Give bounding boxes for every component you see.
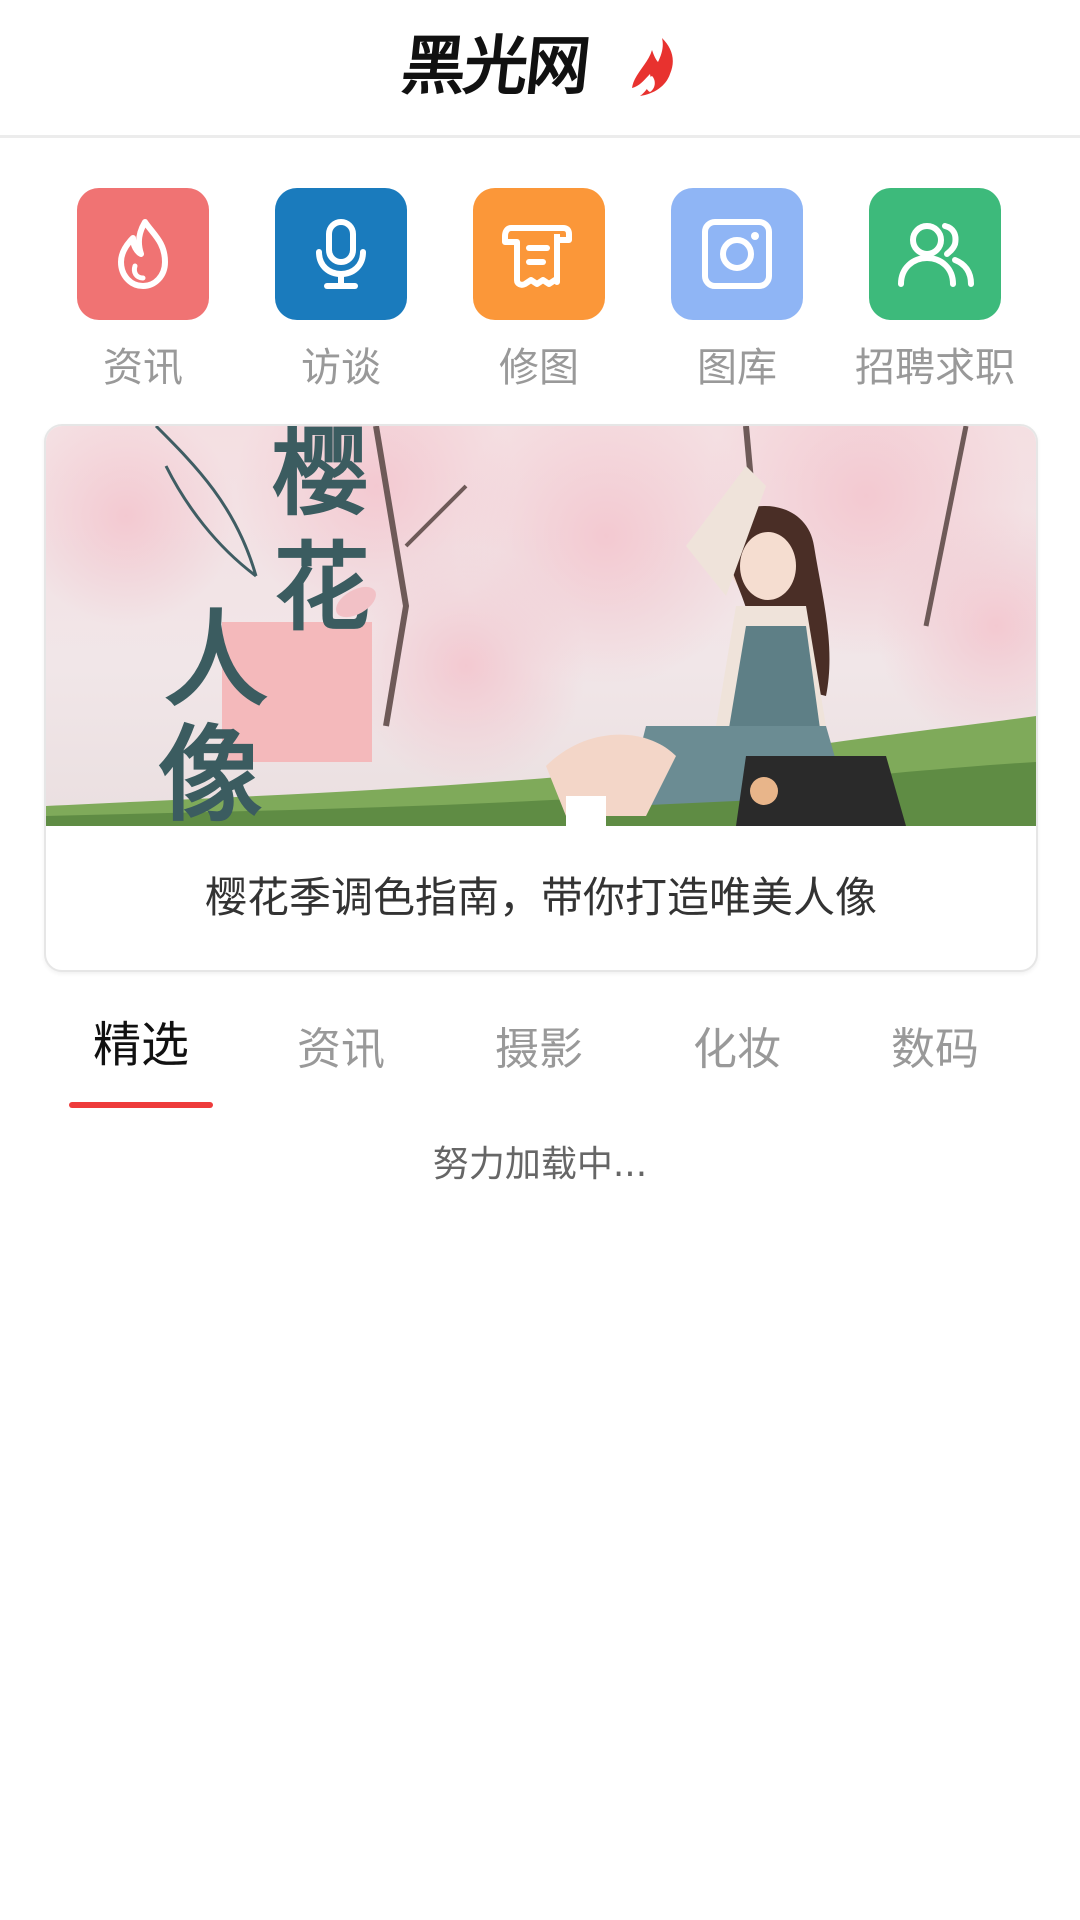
quicknav-label: 访谈 xyxy=(301,345,381,391)
quick-nav: 资讯 访谈 修图 图库 招聘求职 xyxy=(0,188,1080,398)
camera-frame-icon xyxy=(702,219,772,289)
loading-indicator: 努力加载中... xyxy=(432,1144,648,1185)
quicknav-tile xyxy=(275,188,407,320)
banner-char-4: 像 xyxy=(158,714,262,826)
banner-char-2: 花 xyxy=(274,532,370,644)
quicknav-tile xyxy=(77,188,209,320)
quicknav-tile xyxy=(671,188,803,320)
microphone-icon xyxy=(316,219,366,289)
page: 黑光网 资讯 访谈 修图 图库 招聘求职 樱 花 人 像 樱花季调色指南，带你打… xyxy=(0,0,1080,1920)
banner-char-3: 人 xyxy=(164,599,268,721)
quicknav-label: 资讯 xyxy=(103,345,183,391)
quicknav-item-jobs[interactable]: 招聘求职 xyxy=(836,188,1034,398)
quicknav-item-gallery[interactable]: 图库 xyxy=(638,188,836,398)
header: 黑光网 xyxy=(0,0,1080,138)
featured-banner[interactable]: 樱 花 人 像 樱花季调色指南，带你打造唯美人像 xyxy=(44,424,1038,972)
quicknav-label: 修图 xyxy=(499,345,579,391)
quicknav-tile xyxy=(473,188,605,320)
logo-text: 黑光网 xyxy=(398,30,592,104)
tab-featured[interactable]: 精选 xyxy=(42,1000,240,1110)
banner-caption: 樱花季调色指南，带你打造唯美人像 xyxy=(204,873,877,922)
logo-flame-icon xyxy=(632,38,673,96)
category-tabs: 精选 资讯 摄影 化妆 数码 xyxy=(0,1000,1080,1110)
banner-image: 樱 花 人 像 xyxy=(46,426,1036,826)
flame-icon xyxy=(118,219,168,289)
quicknav-tile xyxy=(869,188,1001,320)
site-logo[interactable]: 黑光网 xyxy=(398,30,678,104)
tab-digital[interactable]: 数码 xyxy=(836,1000,1034,1110)
active-tab-indicator xyxy=(69,1102,213,1108)
tab-news[interactable]: 资讯 xyxy=(242,1000,440,1110)
tab-makeup[interactable]: 化妆 xyxy=(638,1000,836,1110)
banner-char-1: 樱 xyxy=(272,426,368,529)
tab-photography[interactable]: 摄影 xyxy=(440,1000,638,1110)
users-icon xyxy=(898,223,974,287)
quicknav-label: 图库 xyxy=(697,345,777,391)
quicknav-item-retouch[interactable]: 修图 xyxy=(440,188,638,398)
quicknav-item-news[interactable]: 资讯 xyxy=(44,188,242,398)
quicknav-label: 招聘求职 xyxy=(855,345,1015,391)
document-scroll-icon xyxy=(502,225,572,288)
quicknav-item-interview[interactable]: 访谈 xyxy=(242,188,440,398)
banner-photo: 樱 花 人 像 xyxy=(46,426,1036,826)
